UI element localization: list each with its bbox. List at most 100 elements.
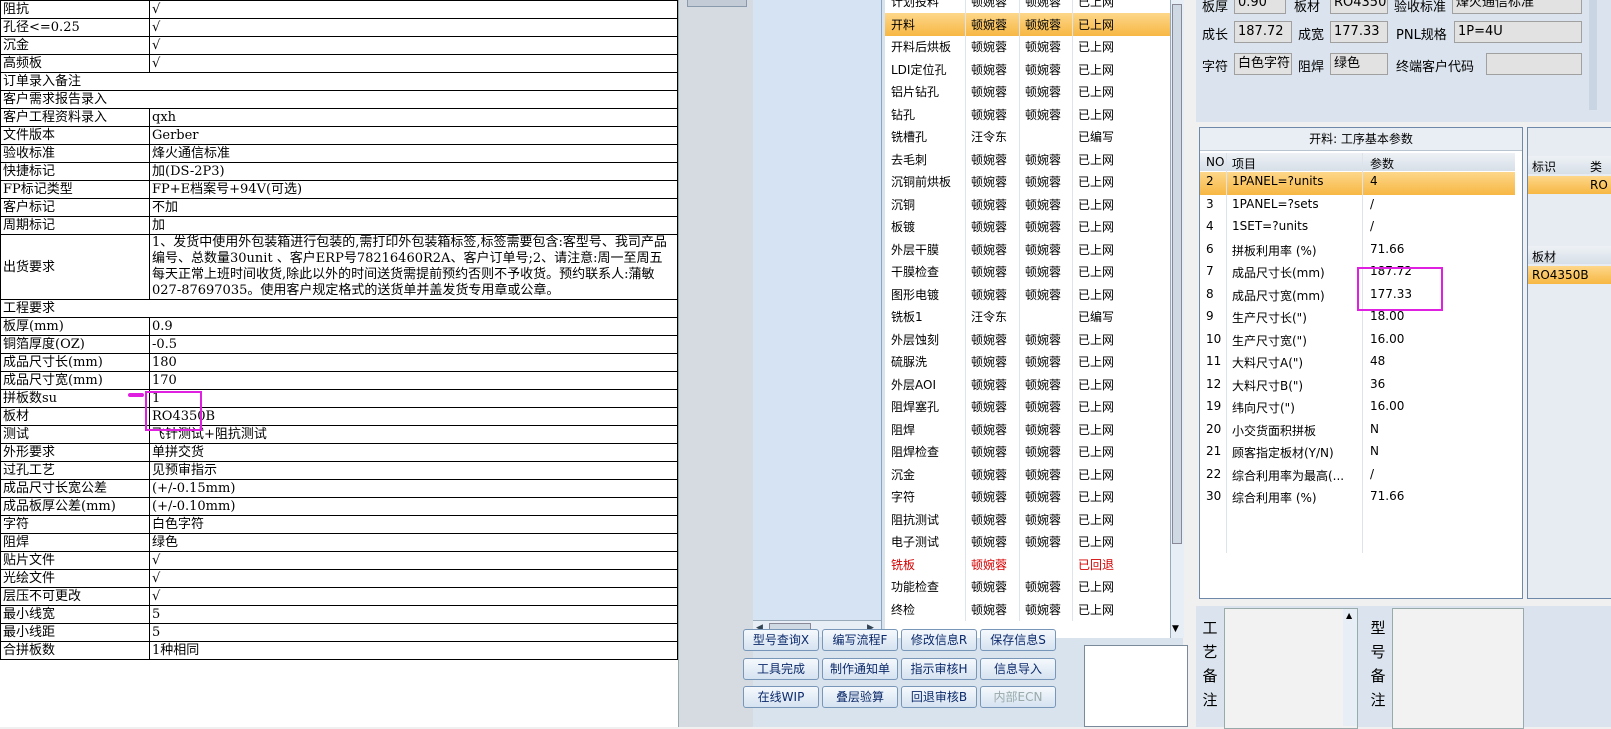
material-field[interactable]: RO4350B bbox=[1330, 0, 1388, 14]
process-row[interactable]: 沉铜 顿婉蓉 顿婉蓉 已上网 bbox=[885, 192, 1170, 216]
params-row[interactable]: 2 1PANEL=?units 4 bbox=[1200, 172, 1515, 195]
params-row[interactable]: 20 小交货面积拼板 N bbox=[1200, 420, 1515, 443]
width-field[interactable]: 177.33 bbox=[1330, 21, 1388, 43]
process-row[interactable]: 外层干膜 顿婉蓉 顿婉蓉 已上网 bbox=[885, 237, 1170, 261]
spec-value: √ bbox=[149, 551, 678, 570]
side-row[interactable]: RO bbox=[1528, 176, 1611, 194]
process-row[interactable]: LDI定位孔 顿婉蓉 顿婉蓉 已上网 bbox=[885, 57, 1170, 81]
process-row[interactable]: 外层AOI 顿婉蓉 顿婉蓉 已上网 bbox=[885, 372, 1170, 396]
process-cell-status: 已上网 bbox=[1078, 107, 1115, 122]
process-row[interactable]: 开料 顿婉蓉 顿婉蓉 已上网 bbox=[885, 12, 1170, 36]
spec-row: 出货要求 1、发货中使用外包装箱进行包装的,需打印外包装箱标签,标签需要包含:客型… bbox=[0, 234, 678, 300]
pnl-field[interactable]: 1P=4U bbox=[1454, 21, 1582, 43]
process-row[interactable]: 功能检查 顿婉蓉 顿婉蓉 已上网 bbox=[885, 575, 1170, 598]
process-row[interactable]: 外层蚀刻 顿婉蓉 顿婉蓉 已上网 bbox=[885, 327, 1170, 351]
spec-value: RO4350B bbox=[149, 407, 678, 426]
online-wip-button[interactable]: 在线WIP bbox=[743, 686, 819, 708]
process-row[interactable]: 计划投料 顿婉蓉 顿婉蓉 已上网 bbox=[885, 0, 1170, 13]
mask-field[interactable]: 绿色 bbox=[1330, 53, 1388, 75]
params-row[interactable]: 8 成品尺寸宽(mm) 177.33 bbox=[1200, 285, 1515, 308]
memo-box[interactable] bbox=[1084, 645, 1188, 727]
process-row[interactable]: 电子测试 顿婉蓉 顿婉蓉 已上网 bbox=[885, 530, 1170, 553]
length-field[interactable]: 187.72 bbox=[1234, 21, 1292, 43]
splitter-strip[interactable] bbox=[687, 0, 747, 7]
scroll-thumb[interactable] bbox=[1172, 4, 1182, 544]
side-row-2[interactable]: RO4350B bbox=[1528, 266, 1611, 284]
model-note-label: 型号备注 bbox=[1370, 619, 1386, 709]
spec-key: 合拼板数 bbox=[0, 641, 150, 660]
params-row[interactable]: 22 综合利用率为最高(... / bbox=[1200, 465, 1515, 488]
tool-complete-button[interactable]: 工具完成 bbox=[743, 658, 819, 680]
params-cell-item: 顾客指定板材(Y/N) bbox=[1232, 446, 1334, 460]
spec-key: 测试 bbox=[0, 425, 150, 444]
process-cell-status: 已上网 bbox=[1078, 377, 1115, 392]
internal-ecn-button[interactable]: 内部ECN bbox=[980, 686, 1056, 708]
params-row[interactable]: 3 1PANEL=?sets / bbox=[1200, 195, 1515, 218]
process-row[interactable]: 干膜检查 顿婉蓉 顿婉蓉 已上网 bbox=[885, 260, 1170, 283]
modify-info-button[interactable]: 修改信息R bbox=[901, 629, 977, 651]
process-row[interactable]: 铣板1 汪令东 已编写 bbox=[885, 305, 1170, 328]
process-cell-status: 已上网 bbox=[1078, 445, 1115, 459]
params-row[interactable]: 4 1SET=?units / bbox=[1200, 217, 1515, 240]
end-customer-field[interactable] bbox=[1486, 53, 1582, 75]
params-row[interactable]: 30 综合利用率 (%) 71.66 bbox=[1200, 487, 1515, 510]
char-field[interactable]: 白色字符 bbox=[1234, 53, 1292, 75]
side-cell-material: RO4350B bbox=[1532, 268, 1589, 282]
accept-field[interactable]: 烽火通信标准 bbox=[1452, 0, 1582, 14]
params-row[interactable]: 10 生产尺寸宽(") 16.00 bbox=[1200, 330, 1515, 353]
process-row[interactable]: 板镀 顿婉蓉 顿婉蓉 已上网 bbox=[885, 215, 1170, 238]
process-row[interactable]: 字符 顿婉蓉 顿婉蓉 已上网 bbox=[885, 485, 1170, 508]
process-row[interactable]: 硫脲洗 顿婉蓉 顿婉蓉 已上网 bbox=[885, 350, 1170, 373]
params-row[interactable]: 7 成品尺寸长(mm) 187.72 bbox=[1200, 262, 1515, 285]
params-row[interactable]: 9 生产尺寸长(") 18.00 bbox=[1200, 307, 1515, 330]
process-row[interactable]: 开料后烘板 顿婉蓉 顿婉蓉 已上网 bbox=[885, 35, 1170, 58]
process-cell-status: 已上网 bbox=[1078, 197, 1115, 212]
process-row[interactable]: 沉铜前烘板 顿婉蓉 顿婉蓉 已上网 bbox=[885, 170, 1170, 193]
params-row[interactable]: 6 拼板利用率 (%) 71.66 bbox=[1200, 240, 1515, 263]
make-notice-button[interactable]: 制作通知单 bbox=[822, 658, 898, 680]
process-row[interactable]: 铝片钻孔 顿婉蓉 顿婉蓉 已上网 bbox=[885, 80, 1170, 103]
scroll-down-icon[interactable]: ▼ bbox=[1172, 624, 1179, 634]
params-row[interactable]: 19 纬向尺寸(") 16.00 bbox=[1200, 397, 1515, 420]
process-row[interactable]: 阻焊塞孔 顿婉蓉 顿婉蓉 已上网 bbox=[885, 395, 1170, 418]
write-flow-button[interactable]: 编写流程F bbox=[822, 629, 898, 651]
process-cell-b: 顿婉蓉 bbox=[1025, 197, 1062, 212]
note-scrollbar[interactable]: ▲ bbox=[1343, 609, 1357, 726]
col-item: 项目 bbox=[1232, 157, 1257, 171]
params-cell-no: 7 bbox=[1206, 264, 1214, 278]
instruction-review-button[interactable]: 指示审核H bbox=[901, 658, 977, 680]
rollback-review-button[interactable]: 回退审核B bbox=[901, 686, 977, 708]
params-cell-val: N bbox=[1370, 421, 1379, 436]
process-row[interactable]: 铣槽孔 汪令东 已编写 bbox=[885, 125, 1170, 148]
process-row[interactable]: 去毛刺 顿婉蓉 顿婉蓉 已上网 bbox=[885, 147, 1170, 171]
params-cell-item: 成品尺寸宽(mm) bbox=[1232, 288, 1325, 303]
craft-note-input[interactable]: ▲ bbox=[1224, 608, 1358, 729]
process-row[interactable]: 终检 顿婉蓉 顿婉蓉 已上网 bbox=[885, 597, 1170, 621]
spec-row: 客户工程资料录入 qxh bbox=[0, 108, 678, 127]
params-row[interactable]: 11 大料尺寸A(") 48 bbox=[1200, 352, 1515, 375]
params-row[interactable]: 12 大料尺寸B(") 36 bbox=[1200, 375, 1515, 398]
process-row[interactable]: 铣板 顿婉蓉 已回退 bbox=[885, 552, 1170, 576]
process-row[interactable]: 沉金 顿婉蓉 顿婉蓉 已上网 bbox=[885, 462, 1170, 486]
process-row[interactable]: 钻孔 顿婉蓉 顿婉蓉 已上网 bbox=[885, 102, 1170, 126]
params-cell-val: 187.72 bbox=[1370, 264, 1412, 278]
params-cell-item: 拼板利用率 (%) bbox=[1232, 243, 1317, 258]
stack-check-button[interactable]: 叠层验算 bbox=[822, 686, 898, 708]
vertical-scrollbar[interactable]: ▼ bbox=[1170, 0, 1184, 638]
model-query-button[interactable]: 型号查询X bbox=[743, 629, 819, 651]
process-list: 计划投料 顿婉蓉 顿婉蓉 已上网 开料 顿婉蓉 顿婉蓉 已上网 开料后烘板 顿婉蓉 顿婉蓉 已上网 LD… bbox=[885, 0, 1171, 638]
process-row[interactable]: 阻焊检查 顿婉蓉 顿婉蓉 已上网 bbox=[885, 440, 1170, 463]
process-cell-a: 顿婉蓉 bbox=[971, 175, 1008, 189]
process-row[interactable]: 阻焊 顿婉蓉 顿婉蓉 已上网 bbox=[885, 417, 1170, 441]
process-row[interactable]: 阻抗测试 顿婉蓉 顿婉蓉 已上网 bbox=[885, 507, 1170, 531]
save-info-button[interactable]: 保存信息S bbox=[980, 629, 1056, 651]
params-cell-no: 20 bbox=[1206, 421, 1222, 436]
process-row[interactable]: 图形电镀 顿婉蓉 顿婉蓉 已上网 bbox=[885, 282, 1170, 306]
board-thick-field[interactable]: 0.90 bbox=[1234, 0, 1286, 14]
top-scrollbar[interactable] bbox=[1589, 0, 1597, 110]
info-import-button[interactable]: 信息导入 bbox=[980, 658, 1056, 680]
model-note-input[interactable] bbox=[1392, 608, 1524, 729]
spec-table: 阻抗 √ 孔径<=0.25 √ 沉金 √ 高频板 √ 订单录入备注 客户需求报告录入 客户工程资料录… bbox=[0, 0, 678, 660]
params-row[interactable]: 21 顾客指定板材(Y/N) N bbox=[1200, 442, 1515, 465]
params-cell-val: 177.33 bbox=[1370, 286, 1412, 301]
